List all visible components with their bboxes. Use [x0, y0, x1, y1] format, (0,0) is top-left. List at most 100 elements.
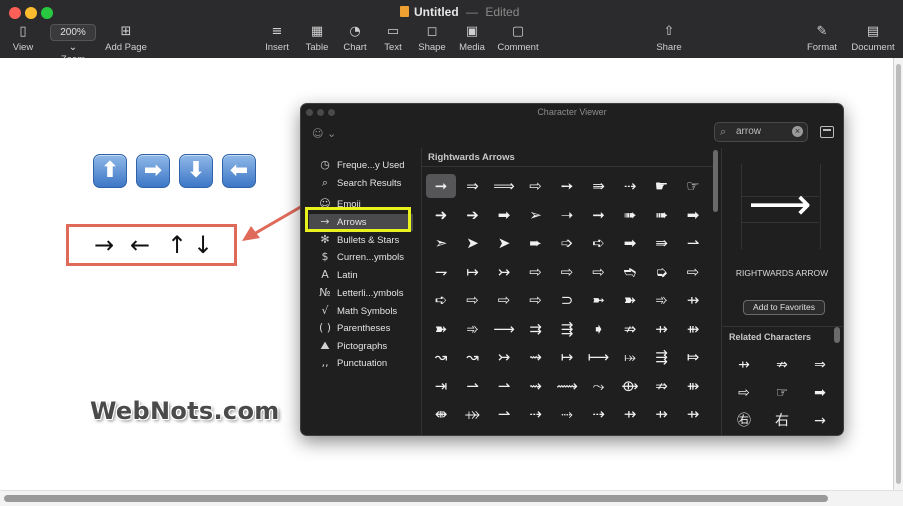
character-cell[interactable]: ⇶ — [647, 345, 677, 369]
comment-button[interactable]: ▢ Comment — [496, 24, 540, 53]
add-page-button[interactable]: ⊞ Add Page — [102, 24, 150, 53]
related-character-cell[interactable]: 右 — [767, 408, 797, 434]
related-character-cell[interactable]: ⇏ — [767, 352, 797, 378]
character-cell[interactable]: ⟹ — [489, 174, 519, 198]
character-cell[interactable]: ➨ — [521, 231, 551, 255]
character-cell[interactable]: ☛ — [647, 174, 677, 198]
character-cell[interactable]: ↦ — [458, 260, 488, 284]
character-cell[interactable]: ↦ — [552, 345, 582, 369]
character-cell[interactable]: ➝ — [552, 203, 582, 227]
sidebar-item-letterlike-symbols[interactable]: № Letterli...ymbols — [301, 285, 416, 302]
character-cell[interactable]: ⤅ — [615, 345, 645, 369]
clear-search-icon[interactable]: × — [792, 126, 803, 137]
sidebar-item-latin[interactable]: A Latin — [301, 267, 416, 284]
character-cell[interactable]: ➙ — [552, 174, 582, 198]
character-cell[interactable]: ⇼ — [426, 402, 456, 426]
character-cell[interactable]: ⟼ — [584, 345, 614, 369]
character-cell[interactable]: ⇢ — [615, 174, 645, 198]
sidebar-item-bullets-stars[interactable]: ✻ Bullets & Stars — [301, 232, 416, 249]
character-cell[interactable]: ☞ — [678, 174, 708, 198]
related-character-cell[interactable]: ➡ — [805, 380, 835, 406]
chart-button[interactable]: ◔ Chart — [340, 24, 370, 53]
character-cell[interactable]: ➪ — [426, 288, 456, 312]
related-scroll-thumb[interactable] — [834, 327, 840, 343]
insert-button[interactable]: ≡ Insert — [260, 24, 294, 53]
character-cell[interactable]: ⇻ — [678, 374, 708, 398]
character-cell[interactable]: ⇏ — [615, 317, 645, 341]
character-cell[interactable]: ⊃ — [552, 288, 582, 312]
share-button[interactable]: ⇧ Share — [654, 24, 684, 53]
document-button[interactable]: ▤ Document — [848, 24, 898, 53]
character-cell[interactable]: ➜ — [426, 203, 456, 227]
related-character-cell[interactable]: ㊨ — [729, 408, 759, 434]
vertical-scroll-thumb[interactable] — [896, 64, 901, 484]
character-cell[interactable]: ⇀ — [489, 374, 519, 398]
sidebar-item-parentheses[interactable]: ( ) Parentheses — [301, 320, 416, 337]
character-cell[interactable]: ⇀ — [678, 231, 708, 255]
emoji-menu-icon[interactable]: ☺ ⌄ — [312, 127, 336, 140]
sidebar-item-math-symbols[interactable]: √ Math Symbols — [301, 303, 416, 320]
character-cell[interactable]: ➾ — [647, 288, 677, 312]
character-cell[interactable]: ⇢ — [521, 402, 551, 426]
character-cell[interactable]: ⇀ — [489, 402, 519, 426]
character-cell[interactable]: ➡ — [678, 203, 708, 227]
character-cell[interactable]: ➽ — [426, 317, 456, 341]
related-character-cell[interactable]: → — [805, 408, 835, 434]
character-cell[interactable]: ↝ — [426, 345, 456, 369]
format-button[interactable]: ✎ Format — [804, 24, 840, 53]
character-cell[interactable]: ⇸ — [678, 288, 708, 312]
character-cell[interactable]: ⇨ — [521, 260, 551, 284]
character-cell[interactable]: ➽ — [615, 288, 645, 312]
character-cell[interactable]: ➼ — [584, 288, 614, 312]
character-cell[interactable]: ➔ — [458, 203, 488, 227]
character-cell[interactable]: ⇛ — [584, 174, 614, 198]
related-character-cell[interactable]: ☞ — [767, 380, 797, 406]
character-cell[interactable]: ➠ — [615, 203, 645, 227]
character-cell[interactable]: ⇛ — [647, 231, 677, 255]
character-cell[interactable]: ➡ — [615, 231, 645, 255]
character-cell[interactable]: ⇏ — [647, 374, 677, 398]
character-cell[interactable]: ➧ — [584, 317, 614, 341]
grid-scrollbar[interactable] — [713, 150, 719, 435]
character-cell[interactable]: ➤ — [458, 231, 488, 255]
character-cell[interactable]: ⇨ — [678, 260, 708, 284]
character-cell[interactable]: ➤ — [489, 231, 519, 255]
character-cell[interactable]: ⟴ — [615, 374, 645, 398]
character-cell[interactable]: ⇨ — [552, 260, 582, 284]
zoom-window-button[interactable] — [41, 7, 53, 19]
character-cell[interactable]: ⟶ — [489, 317, 519, 341]
character-cell[interactable]: ⇨ — [521, 174, 551, 198]
sidebar-item-pictographs[interactable]: ⛰ Pictographs — [301, 338, 416, 355]
shape-button[interactable]: ◻ Shape — [416, 24, 448, 53]
related-character-cell[interactable]: ⇨ — [729, 380, 759, 406]
character-cell[interactable]: ⇁ — [426, 260, 456, 284]
grid-scroll-thumb[interactable] — [713, 150, 718, 212]
search-input[interactable]: arrow — [736, 126, 761, 137]
character-cell[interactable]: ⇨ — [584, 260, 614, 284]
character-cell[interactable]: ⇢ — [584, 402, 614, 426]
vertical-scrollbar[interactable] — [894, 58, 903, 490]
character-cell[interactable]: ⇻ — [678, 317, 708, 341]
media-button[interactable]: ▣ Media — [456, 24, 488, 53]
character-cell[interactable]: ⤀ — [458, 402, 488, 426]
sidebar-item-frequently-used[interactable]: ◷ Freque...y Used — [301, 157, 416, 174]
sidebar-item-search-results[interactable]: ⌕ Search Results — [301, 175, 416, 192]
character-cell[interactable]: ➾ — [458, 317, 488, 341]
character-cell[interactable]: ⇥ — [426, 374, 456, 398]
character-cell[interactable]: ➠ — [647, 203, 677, 227]
character-cell[interactable]: ⇸ — [647, 317, 677, 341]
character-cell[interactable]: ➩ — [552, 231, 582, 255]
character-cell[interactable]: ⇸ — [647, 402, 677, 426]
character-cell[interactable]: ⇝ — [521, 345, 551, 369]
character-cell[interactable]: ⇝ — [521, 374, 551, 398]
character-cell[interactable]: ➬ — [615, 260, 645, 284]
related-character-cell[interactable]: ⇒ — [805, 352, 835, 378]
sidebar-item-currency-symbols[interactable]: $ Curren...ymbols — [301, 249, 416, 266]
character-cell[interactable]: ⇸ — [615, 402, 645, 426]
character-cell[interactable]: ➭ — [647, 260, 677, 284]
character-cell[interactable]: ⤳ — [584, 374, 614, 398]
character-cell[interactable]: ⇨ — [521, 288, 551, 312]
character-cell[interactable]: ⇒ — [458, 174, 488, 198]
character-search-field[interactable]: ⌕ arrow × — [714, 122, 808, 142]
character-cell[interactable]: ⇀ — [458, 374, 488, 398]
